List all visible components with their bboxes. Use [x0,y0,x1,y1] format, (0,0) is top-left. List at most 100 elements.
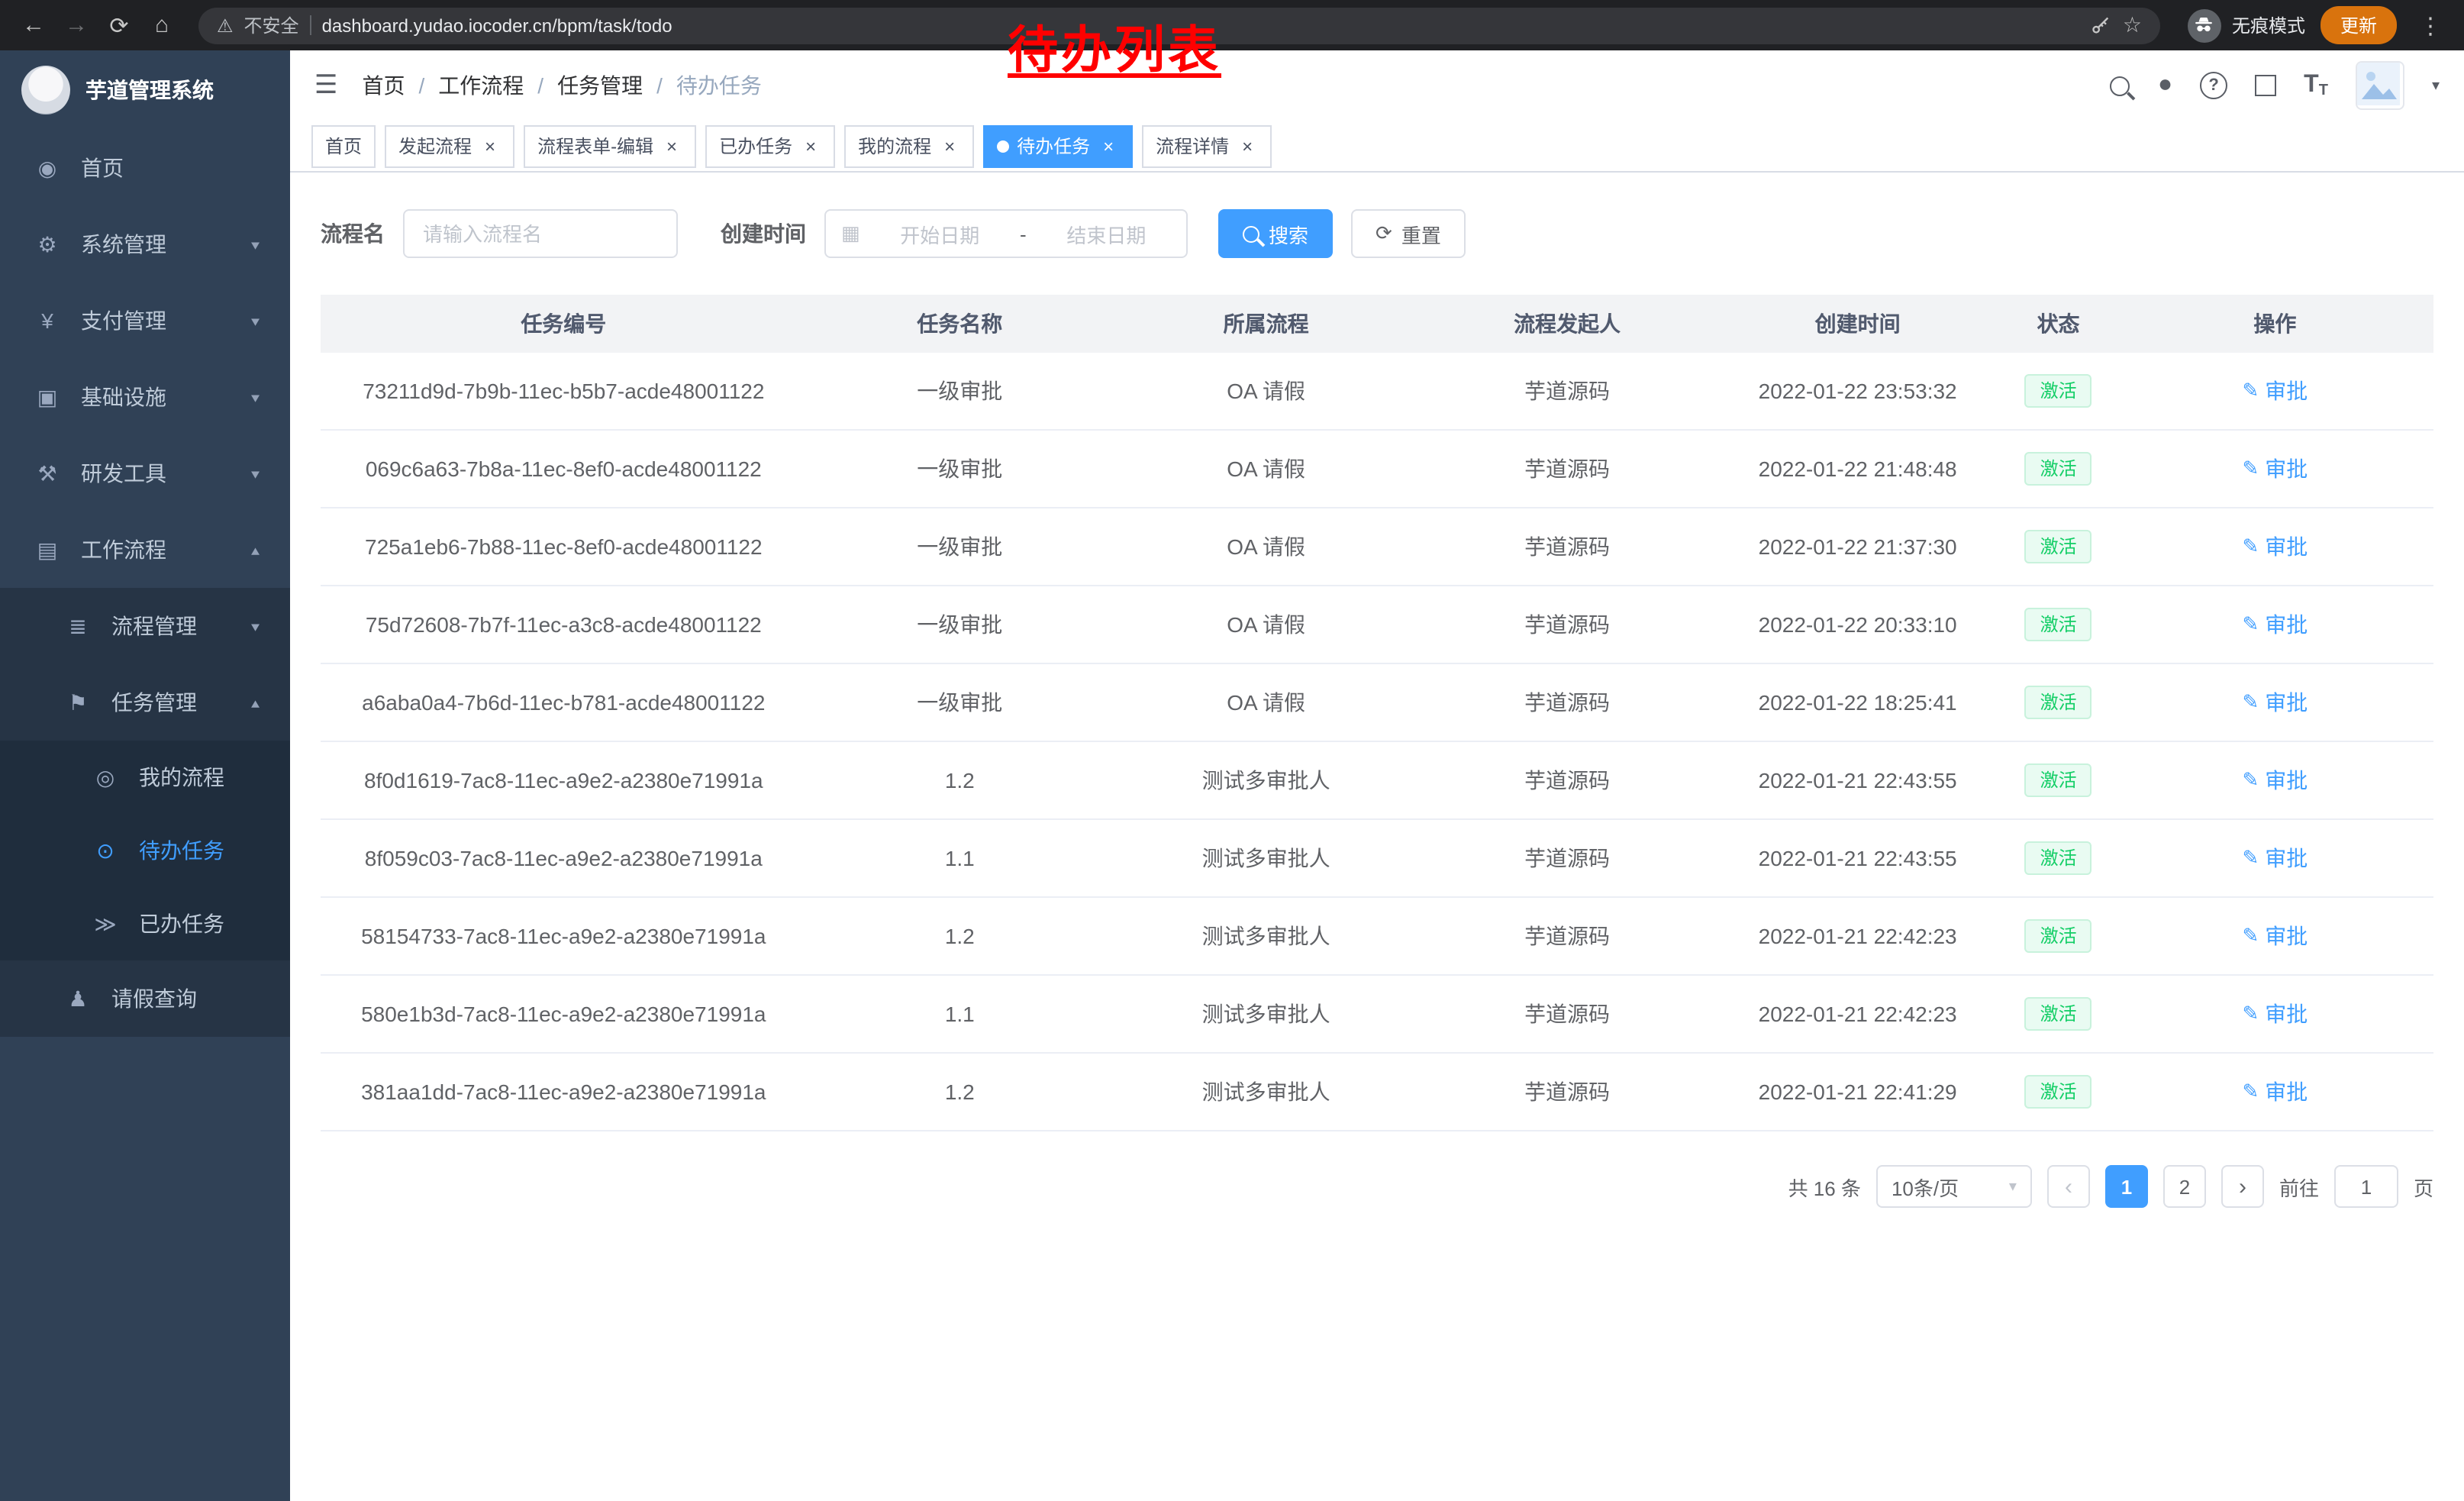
page-2-button[interactable]: 2 [2163,1165,2206,1208]
approve-link[interactable]: ✎审批 [2242,765,2308,796]
font-size-small-glyph: T [2319,82,2328,99]
tab-process-form-edit[interactable]: 流程表单-编辑 × [524,124,696,167]
cell-starter: 芋道源码 [1419,897,1715,975]
approve-link[interactable]: ✎审批 [2242,1077,2308,1107]
prev-page-button[interactable]: ‹ [2047,1165,2090,1208]
sidebar-item-workflow[interactable]: ▤ 工作流程 ▴ [0,512,290,588]
update-button[interactable]: 更新 [2320,6,2397,44]
close-icon[interactable]: × [661,135,682,157]
help-icon[interactable]: ? [2200,72,2227,99]
tab-start-process[interactable]: 发起流程 × [385,124,514,167]
close-icon[interactable]: × [1237,135,1258,157]
approve-link[interactable]: ✎审批 [2242,687,2308,718]
sidebar-item-infra[interactable]: ▣ 基础设施 ▾ [0,359,290,435]
sidebar-menu: ◉ 首页 ⚙ 系统管理 ▾ ¥ 支付管理 ▾ ▣ 基础设施 ▾ [0,130,290,1037]
close-icon[interactable]: × [1098,135,1119,157]
approve-label: 审批 [2265,999,2308,1029]
monitor-icon: ▣ [31,384,64,410]
approve-link[interactable]: ✎审批 [2242,609,2308,640]
approve-link[interactable]: ✎审批 [2242,999,2308,1029]
home-icon[interactable]: ⌂ [144,12,180,38]
chat-icon: ◎ [89,764,122,790]
process-name-input[interactable] [403,209,678,258]
approve-link[interactable]: ✎审批 [2242,531,2308,562]
cell-task-id: 75d72608-7b7f-11ec-a3c8-acde48001122 [321,586,807,663]
table-row: 73211d9d-7b9b-11ec-b5b7-acde48001122 一级审… [321,353,2433,430]
column-header: 状态 [2000,295,2116,353]
close-icon[interactable]: × [939,135,960,157]
sidebar: 芋道管理系统 ◉ 首页 ⚙ 系统管理 ▾ ¥ 支付管理 ▾ ▣ [0,50,290,1501]
chevron-down-icon: ▾ [251,389,260,405]
reset-button[interactable]: ⟳ 重置 [1351,209,1466,258]
sidebar-toggle-icon[interactable]: ☰ [314,70,338,101]
table-header-row: 任务编号 任务名称 所属流程 流程发起人 创建时间 状态 操作 [321,295,2433,353]
close-icon[interactable]: × [479,135,501,157]
cell-process: 测试多审批人 [1113,819,1419,897]
date-range-picker[interactable]: ▦ 开始日期 - 结束日期 [824,209,1188,258]
back-icon[interactable]: ← [15,12,52,38]
sidebar-item-pay[interactable]: ¥ 支付管理 ▾ [0,282,290,359]
next-page-button[interactable]: › [2221,1165,2264,1208]
edit-icon: ✎ [2242,457,2259,481]
sidebar-item-leave-query[interactable]: ♟ 请假查询 [0,960,290,1037]
cell-time: 2022-01-22 21:37:30 [1715,508,2001,586]
breadcrumb-workflow[interactable]: 工作流程 [438,70,524,101]
search-icon[interactable] [2111,76,2130,95]
cell-process: OA 请假 [1113,663,1419,741]
approve-link[interactable]: ✎审批 [2242,921,2308,951]
cell-task-name: 1.1 [807,975,1113,1053]
chevron-down-icon: ▾ [251,465,260,482]
goto-page-input[interactable] [2334,1165,2398,1208]
breadcrumb-task-mgmt[interactable]: 任务管理 [557,70,643,101]
status-badge: 激活 [2025,763,2092,797]
key-icon[interactable] [2091,15,2112,36]
sidebar-item-system[interactable]: ⚙ 系统管理 ▾ [0,206,290,282]
approve-link[interactable]: ✎审批 [2242,843,2308,873]
search-button-label: 搜索 [1269,219,1308,248]
cell-task-id: 8f0d1619-7ac8-11ec-a9e2-a2380e71991a [321,741,807,819]
create-time-label: 创建时间 [721,218,806,249]
tab-todo-tasks[interactable]: 待办任务 × [983,124,1133,167]
tab-my-process[interactable]: 我的流程 × [844,124,974,167]
approve-link[interactable]: ✎审批 [2242,454,2308,484]
font-size-icon[interactable]: TT [2304,72,2328,99]
tab-home[interactable]: 首页 [311,124,376,167]
chevron-down-icon[interactable]: ▾ [2432,77,2440,94]
search-button[interactable]: 搜索 [1218,209,1333,258]
yen-icon: ¥ [31,308,64,333]
forward-icon[interactable]: → [58,12,95,38]
chevron-down-icon: ▾ [251,618,260,634]
sidebar-item-done[interactable]: ≫ 已办任务 [0,887,290,960]
sidebar-item-my-process[interactable]: ◎ 我的流程 [0,741,290,814]
close-icon[interactable]: × [800,135,821,157]
table-row: 381aa1dd-7ac8-11ec-a9e2-a2380e71991a 1.2… [321,1053,2433,1131]
filter-bar: 流程名 创建时间 ▦ 开始日期 - 结束日期 搜索 ⟳ [321,209,2433,258]
tab-process-detail[interactable]: 流程详情 × [1142,124,1272,167]
breadcrumb-home[interactable]: 首页 [363,70,405,101]
reload-icon[interactable]: ⟳ [101,11,137,39]
approve-link[interactable]: ✎审批 [2242,376,2308,406]
tab-label: 首页 [325,133,362,159]
cell-process: OA 请假 [1113,508,1419,586]
avatar[interactable] [2356,61,2404,110]
menu-dots-icon[interactable]: ⋮ [2412,11,2449,39]
sidebar-item-todo[interactable]: ⊙ 待办任务 [0,814,290,887]
browser-chrome: ← → ⟳ ⌂ ⚠ 不安全 dashboard.yudao.iocoder.cn… [0,0,2464,50]
sidebar-item-task-mgmt[interactable]: ⚑ 任务管理 ▴ [0,664,290,741]
sidebar-item-process-mgmt[interactable]: ≣ 流程管理 ▾ [0,588,290,664]
sidebar-item-label: 支付管理 [81,305,166,336]
page-size-select[interactable]: 10条/页 ▾ [1876,1165,2032,1208]
approve-label: 审批 [2265,687,2308,718]
cell-starter: 芋道源码 [1419,508,1715,586]
page-1-button[interactable]: 1 [2105,1165,2148,1208]
sidebar-item-devtools[interactable]: ⚒ 研发工具 ▾ [0,435,290,512]
bookmark-star-icon[interactable]: ☆ [2123,12,2142,38]
sidebar-item-home[interactable]: ◉ 首页 [0,130,290,206]
status-badge: 激活 [2025,919,2092,953]
github-icon[interactable]: ● [2158,72,2172,99]
fullscreen-icon[interactable] [2255,75,2276,96]
chevron-down-icon: ▾ [251,312,260,329]
divider [310,15,311,35]
tab-done-tasks[interactable]: 已办任务 × [705,124,835,167]
cell-task-id: 58154733-7ac8-11ec-a9e2-a2380e71991a [321,897,807,975]
